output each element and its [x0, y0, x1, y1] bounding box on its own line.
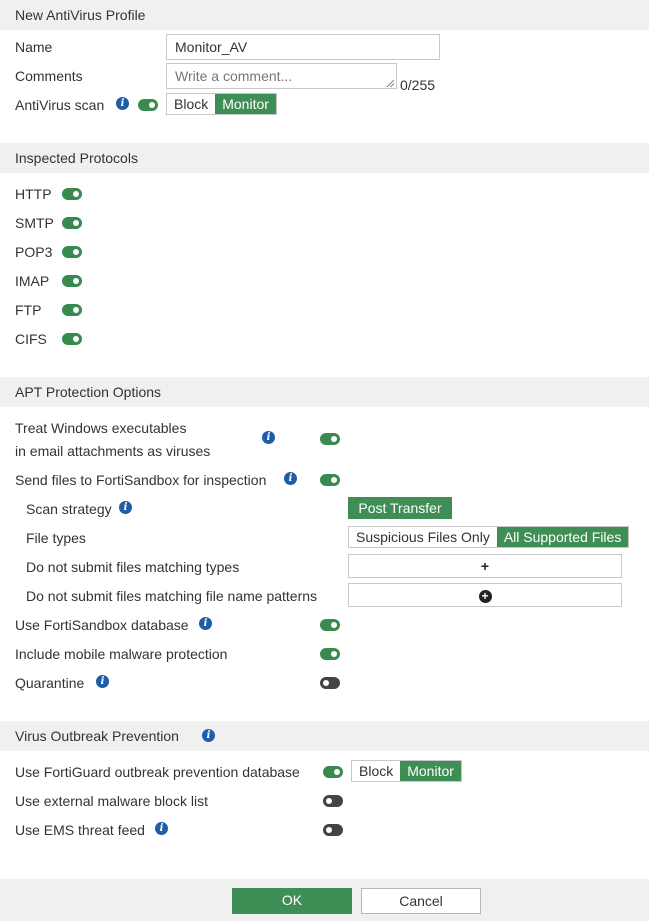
suspicious-files-option[interactable]: Suspicious Files Only	[349, 527, 497, 547]
fortiguard-db-toggle[interactable]	[323, 766, 343, 778]
section-header-profile: New AntiVirus Profile	[0, 0, 649, 30]
name-label: Name	[15, 39, 53, 55]
protocol-label-http: HTTP	[15, 186, 52, 202]
http-toggle[interactable]	[62, 188, 82, 200]
ems-feed-label: Use EMS threat feed	[15, 822, 145, 838]
ftp-toggle[interactable]	[62, 304, 82, 316]
scan-strategy-label: Scan strategy	[26, 501, 112, 517]
section-title: Virus Outbreak Prevention	[15, 728, 179, 744]
quarantine-toggle[interactable]	[320, 677, 340, 689]
protocol-label-ftp: FTP	[15, 302, 42, 318]
cifs-toggle[interactable]	[62, 333, 82, 345]
pop3-toggle[interactable]	[62, 246, 82, 258]
no-submit-types-label: Do not submit files matching types	[26, 559, 240, 575]
info-icon[interactable]: i	[155, 822, 168, 835]
protocol-label-smtp: SMTP	[15, 215, 54, 231]
monitor-option[interactable]: Monitor	[400, 761, 461, 781]
external-list-label: Use external malware block list	[15, 793, 208, 809]
fortiguard-action-selector: Block Monitor	[351, 760, 462, 782]
antivirus-scan-toggle[interactable]	[138, 99, 158, 111]
mobile-malware-toggle[interactable]	[320, 648, 340, 660]
add-file-type-button[interactable]: +	[348, 554, 622, 578]
info-icon[interactable]: i	[199, 617, 212, 630]
section-header-outbreak: Virus Outbreak Prevention	[0, 721, 649, 751]
send-sandbox-toggle[interactable]	[320, 474, 340, 486]
fortiguard-db-label: Use FortiGuard outbreak prevention datab…	[15, 764, 300, 780]
smtp-toggle[interactable]	[62, 217, 82, 229]
plus-circle-icon: +	[478, 589, 492, 603]
block-option[interactable]: Block	[352, 761, 401, 781]
imap-toggle[interactable]	[62, 275, 82, 287]
comments-label: Comments	[15, 68, 83, 84]
antivirus-scan-label: AntiVirus scan	[15, 97, 105, 113]
info-icon[interactable]: i	[96, 675, 109, 688]
comments-textarea[interactable]: Write a comment...	[166, 63, 397, 89]
use-sandbox-db-toggle[interactable]	[320, 619, 340, 631]
use-sandbox-db-label: Use FortiSandbox database	[15, 617, 189, 633]
section-header-apt: APT Protection Options	[0, 377, 649, 407]
ok-button[interactable]: OK	[232, 888, 352, 914]
plus-icon: +	[480, 558, 490, 574]
all-supported-files-option[interactable]: All Supported Files	[496, 527, 629, 547]
section-header-protocols: Inspected Protocols	[0, 143, 649, 173]
file-types-selector: Suspicious Files Only All Supported File…	[348, 526, 630, 548]
info-icon[interactable]: i	[262, 431, 275, 444]
treat-exe-toggle[interactable]	[320, 433, 340, 445]
protocol-label-cifs: CIFS	[15, 331, 47, 347]
info-icon[interactable]: i	[284, 472, 297, 485]
treat-exe-label-line2: in email attachments as viruses	[15, 443, 211, 459]
textarea-resize-handle[interactable]	[387, 80, 394, 87]
add-file-pattern-button[interactable]: +	[348, 583, 622, 607]
protocol-label-imap: IMAP	[15, 273, 50, 289]
antivirus-scan-action-selector: Block Monitor	[166, 93, 277, 115]
protocol-label-pop3: POP3	[15, 244, 53, 260]
name-input[interactable]: Monitor_AV	[166, 34, 440, 60]
mobile-malware-label: Include mobile malware protection	[15, 646, 228, 662]
external-list-toggle[interactable]	[323, 795, 343, 807]
send-sandbox-label: Send files to FortiSandbox for inspectio…	[15, 472, 267, 488]
quarantine-label: Quarantine	[15, 675, 85, 691]
scan-strategy-post-transfer[interactable]: Post Transfer	[348, 497, 452, 519]
cancel-button[interactable]: Cancel	[361, 888, 481, 914]
ems-feed-toggle[interactable]	[323, 824, 343, 836]
info-icon[interactable]: i	[119, 501, 132, 514]
treat-exe-label-line1: Treat Windows executables	[15, 420, 187, 436]
info-icon[interactable]: i	[116, 97, 129, 110]
monitor-option[interactable]: Monitor	[215, 94, 276, 114]
block-option[interactable]: Block	[167, 94, 216, 114]
file-types-label: File types	[26, 530, 86, 546]
comments-char-count: 0/255	[400, 77, 436, 93]
no-submit-patterns-label: Do not submit files matching file name p…	[26, 588, 318, 604]
info-icon[interactable]: i	[202, 729, 215, 742]
